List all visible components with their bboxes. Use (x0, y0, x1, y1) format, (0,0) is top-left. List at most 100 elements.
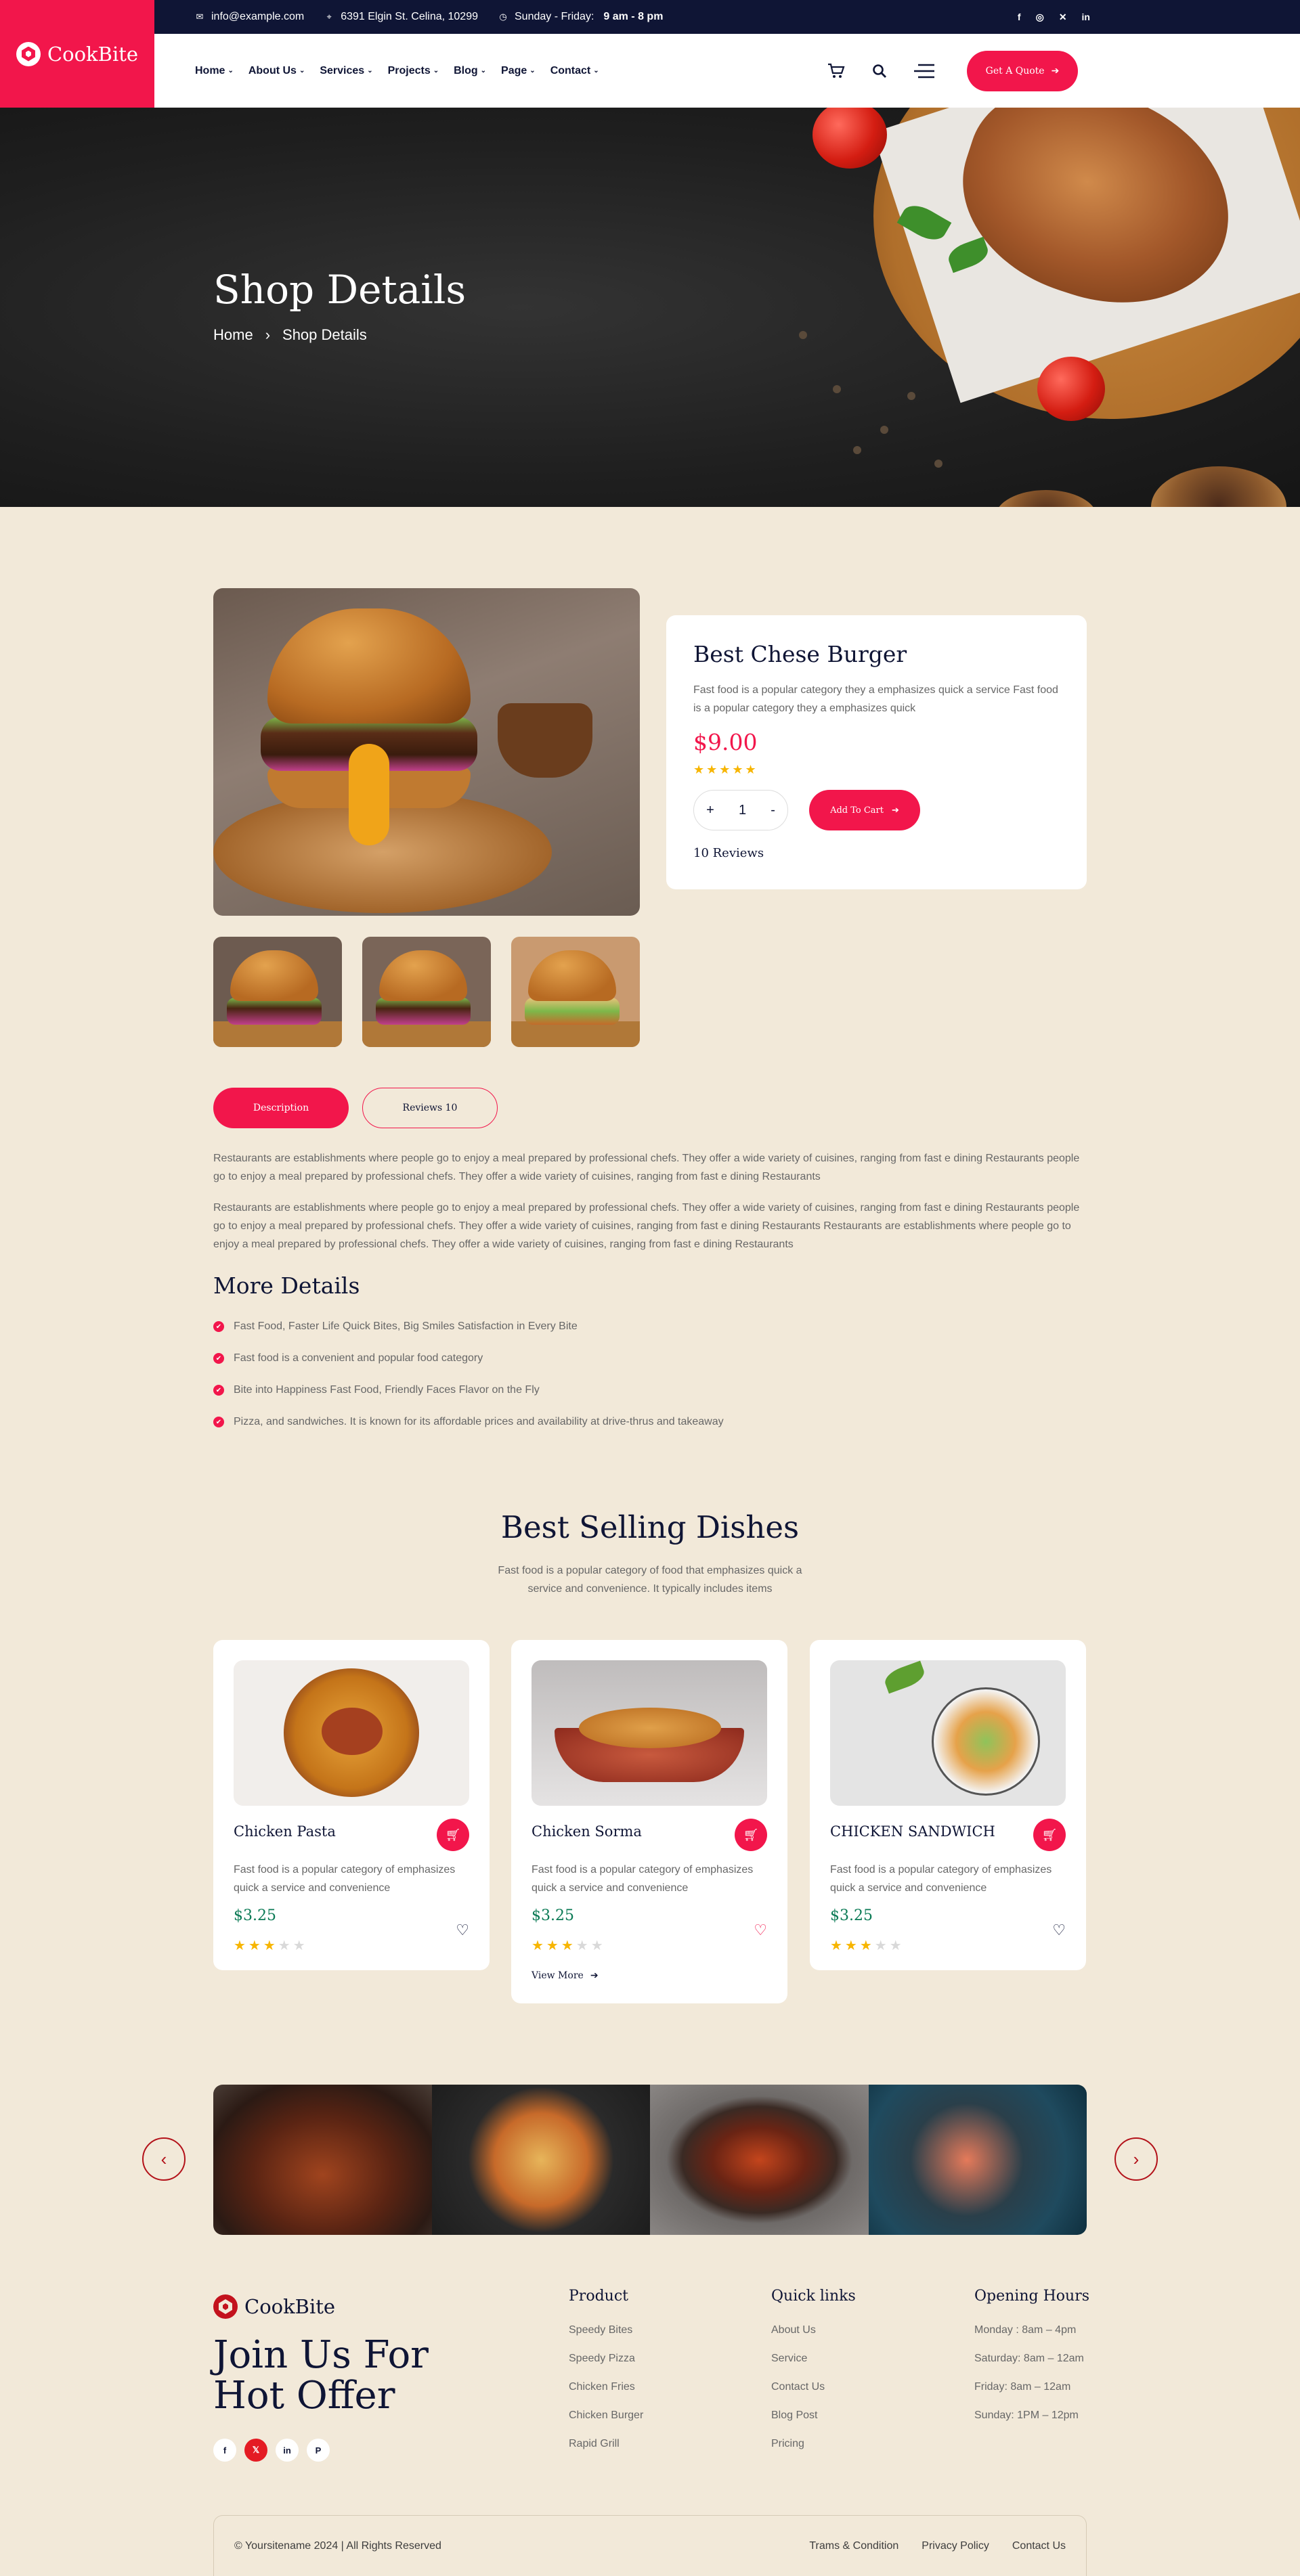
brand-name: CookBite (47, 42, 139, 66)
add-to-cart-button[interactable]: 🛒︎ (437, 1819, 469, 1851)
product-price: $9.00 (693, 729, 758, 755)
footer-bottom-link[interactable]: Trams & Condition (809, 2540, 898, 2552)
tab-reviews[interactable]: Reviews 10 (362, 1088, 498, 1128)
gallery-image[interactable] (868, 2085, 1087, 2235)
footer-logo[interactable]: CookBite (213, 2294, 335, 2319)
footer-link[interactable]: Speedy Pizza (569, 2351, 643, 2367)
dish-card[interactable]: Chicken Sorma 🛒︎ Fast food is a popular … (511, 1640, 787, 2003)
envelope-icon: ✉ (196, 12, 204, 22)
footer-link[interactable]: Speedy Bites (569, 2322, 643, 2338)
dish-image (234, 1660, 469, 1806)
heart-icon[interactable]: ♡ (754, 1922, 767, 1939)
dish-price: $3.25 (830, 1907, 873, 1924)
opening-hours-item: Saturday: 8am – 12am (974, 2353, 1084, 2364)
facebook-icon[interactable]: f (213, 2439, 236, 2462)
main-nav: Home ⌄ About Us ⌄ Services ⌄ Projects ⌄ Blog… (154, 34, 1300, 108)
cart-icon: 🛒︎ (1041, 1827, 1058, 1842)
dish-price: $3.25 (532, 1907, 574, 1924)
footer-link[interactable]: Pricing (771, 2436, 856, 2452)
x-icon[interactable]: 𝕏 (244, 2439, 267, 2462)
tab-description[interactable]: Description (213, 1088, 349, 1128)
decrease-button[interactable]: - (771, 803, 775, 818)
product-thumbnail-1[interactable] (213, 937, 342, 1047)
footer-bottom-link[interactable]: Contact Us (1012, 2540, 1066, 2552)
top-bar: ✉ info@example.com ⌖ 6391 Elgin St. Celi… (154, 0, 1300, 34)
chevron-down-icon: ⌄ (433, 67, 439, 74)
arrow-right-icon: ➔ (1051, 66, 1060, 76)
peppercorn (853, 446, 861, 454)
quantity-value[interactable]: 1 (739, 803, 746, 818)
check-icon: ✔ (213, 1353, 224, 1364)
gallery-image[interactable] (213, 2085, 432, 2235)
menu-icon[interactable] (914, 64, 934, 79)
dish-description: Fast food is a popular category of empha… (532, 1864, 754, 1894)
footer-socials: f 𝕏 in P (213, 2439, 330, 2462)
check-icon: ✔ (213, 1417, 224, 1427)
heart-icon[interactable]: ♡ (1052, 1922, 1066, 1939)
product-main-image (213, 588, 640, 916)
footer-bottom-link[interactable]: Privacy Policy (922, 2540, 989, 2552)
reviews-count[interactable]: 10 Reviews (693, 846, 764, 860)
nav-item-services[interactable]: Services ⌄ (320, 65, 372, 77)
nav-item-contact[interactable]: Contact ⌄ (550, 65, 599, 77)
topbar-socials: f ◎ ✕ in (1018, 0, 1090, 34)
gallery-next-button[interactable]: › (1114, 2137, 1158, 2181)
linkedin-icon[interactable]: in (276, 2439, 299, 2462)
footer-link[interactable]: Blog Post (771, 2407, 856, 2424)
nav-item-blog[interactable]: Blog ⌄ (454, 65, 486, 77)
nav-item-projects[interactable]: Projects ⌄ (388, 65, 439, 77)
nav-item-page[interactable]: Page ⌄ (501, 65, 536, 77)
pinterest-icon[interactable]: P (307, 2439, 330, 2462)
brand-logo[interactable]: CookBite (0, 0, 154, 108)
search-icon[interactable] (872, 64, 887, 79)
footer-link[interactable]: Contact Us (771, 2379, 856, 2395)
topbar-email[interactable]: ✉ info@example.com (195, 11, 305, 23)
linkedin-icon[interactable]: in (1082, 12, 1090, 22)
add-to-cart-button[interactable]: Add To Cart ➔ (809, 790, 920, 830)
page-title: Shop Details (213, 267, 467, 313)
clock-icon: ◷ (499, 12, 507, 22)
detail-item: ✔ Fast Food, Faster Life Quick Bites, Big… (213, 1320, 578, 1333)
product-thumbnail-2[interactable] (362, 937, 491, 1047)
detail-item: ✔ Pizza, and sandwiches. It is known for … (213, 1416, 724, 1428)
dish-name[interactable]: Chicken Sorma (532, 1823, 642, 1840)
copyright-text: © Yoursitename 2024 | All Rights Reserve… (234, 2539, 441, 2552)
dish-name[interactable]: Chicken Pasta (234, 1823, 336, 1840)
dish-name[interactable]: CHICKEN SANDWICH (830, 1823, 995, 1840)
twitter-icon[interactable]: ✕ (1059, 12, 1067, 23)
breadcrumb-home[interactable]: Home (213, 326, 253, 344)
heart-icon[interactable]: ♡ (456, 1922, 469, 1939)
bun-top (267, 608, 471, 724)
facebook-icon[interactable]: f (1018, 12, 1021, 22)
product-thumbnail-3[interactable] (511, 937, 640, 1047)
footer-link[interactable]: Rapid Grill (569, 2436, 643, 2452)
breadcrumb: Home › Shop Details (213, 326, 367, 344)
gallery-prev-button[interactable]: ‹ (142, 2137, 186, 2181)
footer-link[interactable]: Service (771, 2351, 856, 2367)
footer-link[interactable]: Chicken Fries (569, 2379, 643, 2395)
peppercorn (934, 460, 942, 468)
get-quote-button[interactable]: Get A Quote ➔ (967, 51, 1078, 91)
footer-col-title: Product (569, 2288, 628, 2305)
increase-button[interactable]: + (706, 803, 714, 818)
spice-bowl-image (1151, 466, 1286, 507)
add-to-cart-button[interactable]: 🛒︎ (735, 1819, 767, 1851)
nav-item-home[interactable]: Home ⌄ (195, 65, 234, 77)
nav-item-about[interactable]: About Us ⌄ (248, 65, 305, 77)
view-more-link[interactable]: View More ➔ (532, 1970, 599, 1981)
description-paragraph-2: Restaurants are establishments where peo… (213, 1202, 1080, 1250)
chevron-right-icon: › (265, 326, 271, 343)
best-selling-title: Best Selling Dishes (500, 1509, 800, 1545)
dish-card[interactable]: Chicken Pasta 🛒︎ Fast food is a popular … (213, 1640, 490, 1970)
cart-icon[interactable] (827, 63, 845, 79)
instagram-icon[interactable]: ◎ (1036, 12, 1044, 23)
dish-card[interactable]: CHICKEN SANDWICH 🛒︎ Fast food is a popul… (810, 1640, 1086, 1970)
footer-col-opening-hours: Opening Hours Monday : 8am – 4pm Saturda… (974, 2288, 1089, 2436)
cart-icon: 🛒︎ (445, 1827, 461, 1842)
footer-link[interactable]: About Us (771, 2322, 856, 2338)
footer-link[interactable]: Chicken Burger (569, 2407, 643, 2424)
product-rating: ★★★★★ (693, 763, 758, 776)
gallery-image[interactable] (431, 2085, 650, 2235)
gallery-image[interactable] (650, 2085, 869, 2235)
add-to-cart-button[interactable]: 🛒︎ (1033, 1819, 1066, 1851)
